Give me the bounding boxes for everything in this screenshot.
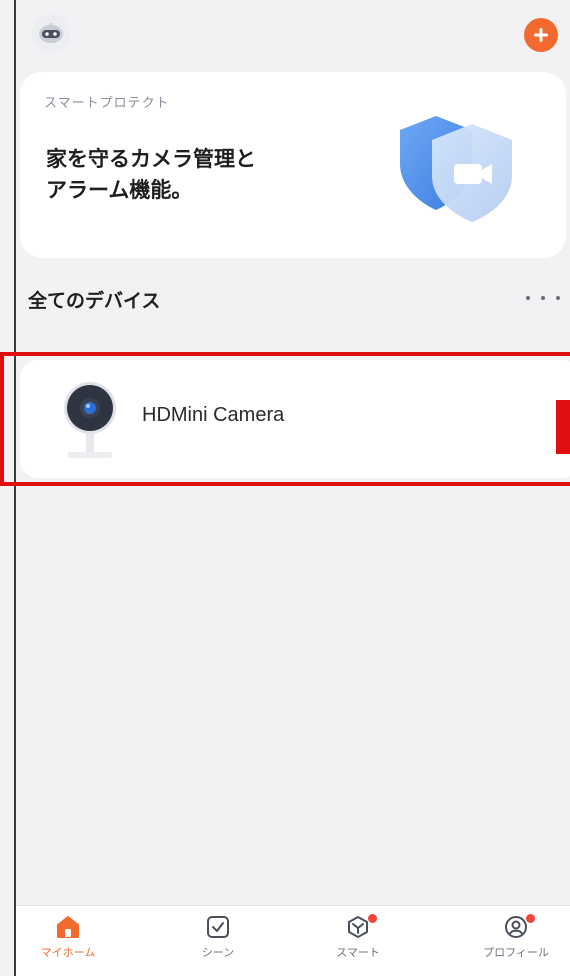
robot-avatar-icon [39, 23, 63, 43]
more-options-button[interactable] [526, 288, 560, 308]
smart-protect-banner[interactable]: スマートプロテクト 家を守るカメラ管理と アラーム機能。 [20, 72, 566, 258]
screen-edge [14, 0, 16, 976]
banner-title-line2: アラーム機能。 [46, 178, 193, 202]
highlight-box [0, 352, 570, 486]
top-bar [16, 0, 570, 66]
tab-my-home[interactable]: マイホーム [18, 914, 118, 974]
plus-icon [534, 28, 548, 42]
smart-badge [368, 914, 377, 923]
tab-label: スマート [336, 946, 380, 959]
more-dot-icon [556, 296, 560, 300]
banner-title-line1: 家を守るカメラ管理と [46, 147, 256, 171]
tab-label: シーン [201, 946, 235, 959]
more-dot-icon [526, 296, 530, 300]
checkbox-icon [207, 916, 229, 938]
profile-badge [526, 914, 535, 923]
home-icon [57, 916, 79, 938]
banner-title: 家を守るカメラ管理と アラーム機能。 [46, 144, 346, 206]
tab-label: マイホーム [40, 946, 96, 959]
bottom-tab-bar: マイホーム シーン スマート プロフィール [16, 905, 570, 976]
tab-smart[interactable]: スマート [308, 914, 408, 974]
home-avatar-button[interactable] [32, 14, 70, 52]
all-devices-title: 全てのデバイス [28, 290, 161, 312]
shield-camera-icon [400, 116, 512, 222]
more-dot-icon [541, 296, 545, 300]
tab-label: プロフィール [483, 946, 549, 959]
app-screen: スマートプロテクト 家を守るカメラ管理と アラーム機能。 全てのデバイス HDM… [0, 0, 570, 976]
highlight-marker [556, 400, 570, 454]
tab-scene[interactable]: シーン [168, 914, 268, 974]
banner-subtitle: スマートプロテクト [44, 96, 170, 111]
add-device-button[interactable] [524, 18, 558, 52]
tab-profile[interactable]: プロフィール [466, 914, 566, 974]
